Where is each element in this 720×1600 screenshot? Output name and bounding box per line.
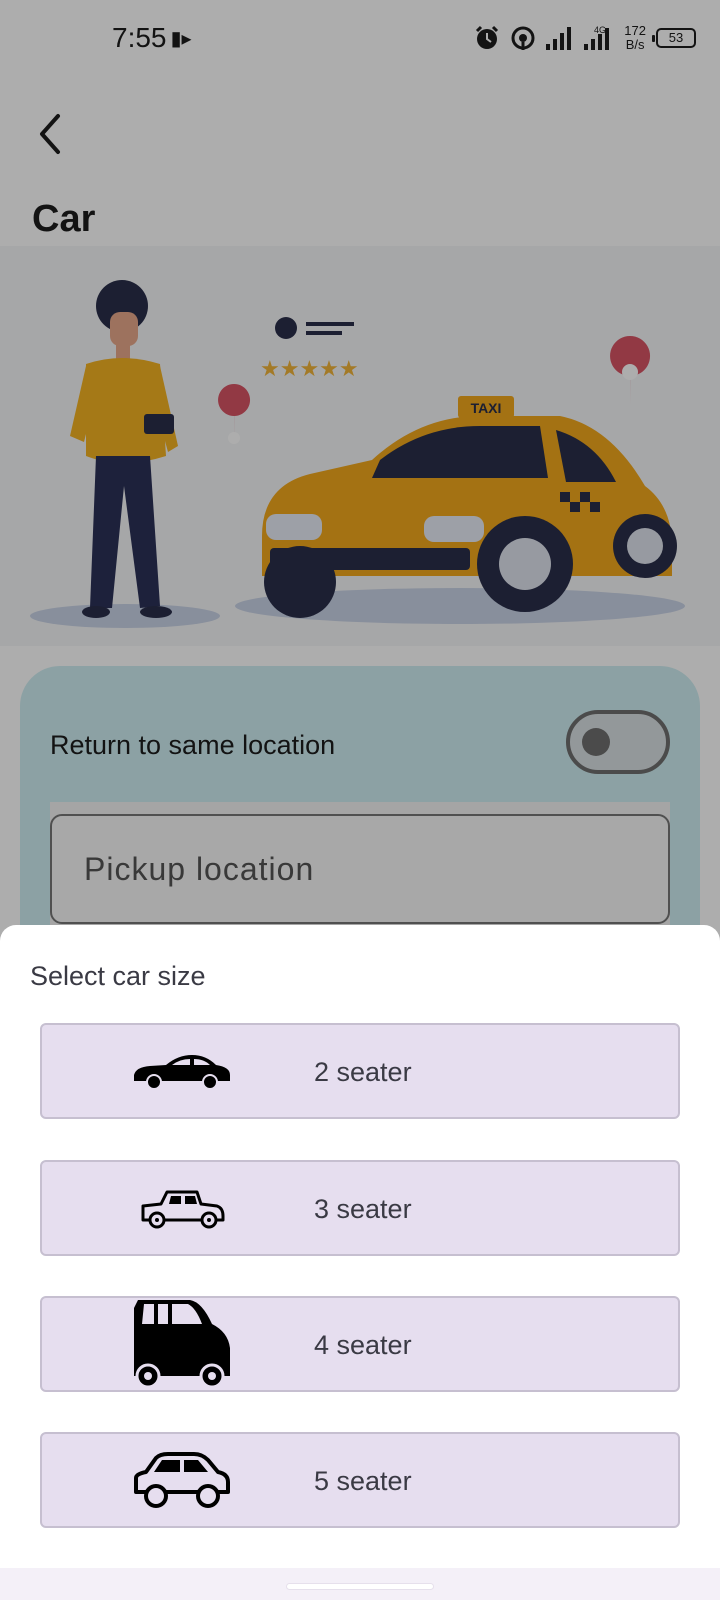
option-label: 4 seater: [314, 1330, 412, 1360]
option-2-seater[interactable]: 2 seater: [40, 1023, 680, 1119]
sheet-title: Select car size: [30, 961, 206, 991]
option-5-seater[interactable]: 5 seater: [40, 1432, 680, 1528]
option-label: 2 seater: [314, 1057, 412, 1087]
coupe-icon: [122, 1162, 242, 1254]
option-label: 3 seater: [314, 1194, 412, 1224]
sedan-icon: [122, 1025, 242, 1117]
option-4-seater[interactable]: 4 seater: [40, 1296, 680, 1392]
option-label: 5 seater: [314, 1466, 412, 1496]
navigation-bar: [0, 1568, 720, 1600]
option-3-seater[interactable]: 3 seater: [40, 1160, 680, 1256]
hatchback-icon: [122, 1434, 242, 1526]
minivan-icon: [122, 1298, 242, 1390]
car-size-bottom-sheet: Select car size 2 seater 3 seater 4 seat…: [0, 925, 720, 1568]
home-indicator[interactable]: [287, 1584, 433, 1589]
